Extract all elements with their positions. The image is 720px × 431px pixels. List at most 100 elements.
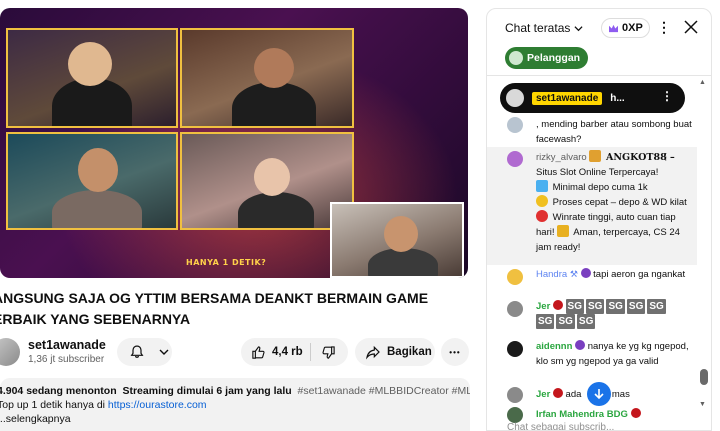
- streamer-body: [52, 190, 142, 228]
- notification-bell-button[interactable]: [117, 338, 172, 366]
- streamer-head: [68, 42, 112, 86]
- pinned-message[interactable]: set1awanade h... ⋮: [500, 83, 685, 113]
- chat-mode-dropdown[interactable]: Chat teratas: [505, 21, 583, 35]
- sg-emote: SG: [647, 299, 666, 314]
- member-badge-icon: [630, 408, 641, 418]
- scroll-up-arrow-icon[interactable]: ▲: [699, 79, 706, 86]
- webcam-feed-2: [180, 28, 354, 128]
- chevron-down-icon: [159, 347, 169, 357]
- like-count: 4,4 rb: [272, 346, 303, 358]
- message-body: Handra ⚒ tapi aeron ga ngankat: [536, 267, 696, 282]
- viewer-count: 4.904 sedang menonton: [0, 385, 117, 397]
- like-button[interactable]: 4,4 rb: [241, 343, 311, 361]
- stream-start-time: Streaming dimulai 6 jam yang lalu: [122, 385, 292, 397]
- message-text: Situs Slot Online Terpercaya!: [536, 167, 659, 178]
- avatar: [507, 269, 523, 285]
- sg-emote: SG: [556, 314, 575, 329]
- avatar: [507, 301, 523, 317]
- channel-avatar[interactable]: [0, 338, 20, 366]
- message-body: Irfan Mahendra BDG: [536, 407, 696, 422]
- streamer-head: [78, 148, 118, 192]
- chat-message[interactable]: , mending barber atau sombong buat facew…: [487, 117, 697, 147]
- chat-mode-label: Chat teratas: [505, 21, 571, 35]
- pinned-text: h...: [610, 92, 625, 104]
- chat-message[interactable]: aidennn nanya ke yg kg ngepod, klo sm yg…: [487, 339, 697, 383]
- author-name: Irfan Mahendra BDG: [536, 409, 628, 420]
- sg-emote: SG: [606, 299, 625, 314]
- description-text: Top up 1 detik hanya di: [0, 399, 108, 411]
- chat-input-field[interactable]: Chat sebagai subscrib...: [507, 422, 697, 430]
- subscriber-count: 1,36 jt subscriber: [28, 354, 105, 365]
- more-actions-button[interactable]: •••: [441, 338, 469, 366]
- close-icon[interactable]: [683, 19, 699, 35]
- description-line: Top up 1 detik hanya di https://ourastor…: [0, 398, 470, 412]
- streamer-body: [368, 248, 438, 276]
- sg-emote: SG: [565, 299, 584, 314]
- streamer-body: [232, 82, 316, 126]
- share-arrow-icon: [365, 344, 381, 360]
- avatar: [507, 341, 523, 357]
- channel-row: set1awanade 1,36 jt subscriber 4,4 rb Ba…: [0, 336, 470, 368]
- wrench-icon: ⚒: [569, 269, 578, 279]
- show-more-link[interactable]: ...selengkapnya: [0, 412, 470, 426]
- chat-menu-icon[interactable]: ⋮: [657, 19, 671, 36]
- more-dots-icon: •••: [449, 347, 461, 357]
- thumbs-up-icon: [251, 345, 266, 360]
- chat-header: Chat teratas 0XP ⋮: [487, 9, 711, 47]
- scroll-to-bottom-button[interactable]: [587, 382, 611, 406]
- chat-message[interactable]: Jer SG SG SG SG SG SG SG SG: [487, 299, 697, 335]
- streamer-body: [238, 192, 314, 228]
- avatar: [507, 407, 523, 423]
- message-body: Jer ada b2f mas: [536, 387, 696, 402]
- share-button[interactable]: Bagikan: [355, 338, 435, 366]
- author-name: Handra: [536, 269, 568, 280]
- channel-name[interactable]: set1awanade: [28, 338, 106, 352]
- scroll-down-arrow-icon[interactable]: ▼: [699, 401, 706, 408]
- video-player[interactable]: HANYA 1 DETIK?: [0, 8, 468, 278]
- more-vert-icon[interactable]: ⋮: [661, 150, 671, 165]
- chat-message[interactable]: Handra ⚒ tapi aeron ga ngankat: [487, 267, 697, 295]
- more-vert-icon[interactable]: ⋮: [661, 89, 673, 103]
- author-name: Jer: [536, 301, 551, 312]
- webcam-feed-1: [6, 28, 178, 128]
- message-text: Minimal depo cuma 1k: [552, 182, 648, 193]
- message-text: tapi aeron ga ngankat: [593, 269, 686, 280]
- target-icon: [536, 210, 548, 222]
- chevron-down-icon: [574, 24, 583, 33]
- avatar: [507, 387, 523, 403]
- chat-scrollbar-thumb[interactable]: [700, 369, 708, 385]
- crown-icon: [608, 24, 619, 33]
- video-title-line-1: ANGSUNG SAJA OG YTTIM BERSAMA DEANKT BER…: [0, 290, 429, 306]
- video-description[interactable]: 4.904 sedang menonton Streaming dimulai …: [0, 378, 470, 431]
- chat-message[interactable]: Irfan Mahendra BDG: [487, 407, 697, 423]
- divider: [487, 75, 711, 76]
- member-filter-chip[interactable]: Pelanggan: [505, 47, 589, 69]
- xp-badge[interactable]: 0XP: [601, 18, 650, 38]
- webcam-feed-3: [6, 132, 178, 230]
- stream-overlay-caption: HANYA 1 DETIK?: [186, 258, 267, 267]
- webcam-feed-5: [330, 202, 464, 278]
- message-body: aidennn nanya ke yg kg ngepod, klo sm yg…: [536, 339, 696, 369]
- member-badge-icon: [575, 340, 586, 350]
- sg-emote: SG: [536, 314, 555, 329]
- dislike-button[interactable]: [311, 345, 336, 360]
- message-text: Proses cepat – depo & WD kilat: [552, 197, 687, 208]
- avatar: [506, 89, 524, 107]
- message-body: Jer SG SG SG SG SG SG SG SG: [536, 299, 696, 329]
- message-body: rizky_alvaro ANGKOT88 – ⋮ Situs Slot Onl…: [536, 150, 696, 255]
- arrow-down-icon: [593, 388, 605, 400]
- hashtags[interactable]: #set1awanade #MLBBIDCreator #MLBB: [298, 385, 470, 397]
- message-text: ada: [565, 389, 585, 400]
- sg-emote: SG: [576, 314, 596, 329]
- like-dislike-group: 4,4 rb: [241, 338, 348, 366]
- description-link[interactable]: https://ourastore.com: [108, 399, 207, 411]
- share-label: Bagikan: [387, 346, 432, 358]
- slot-machine-icon: [589, 150, 602, 162]
- member-chip-label: Pelanggan: [527, 52, 581, 64]
- streamer-head: [384, 216, 418, 252]
- lightning-icon: [536, 195, 548, 207]
- chat-message[interactable]: rizky_alvaro ANGKOT88 – ⋮ Situs Slot Onl…: [487, 147, 697, 265]
- avatar: [507, 117, 523, 133]
- chat-scrollbar[interactable]: [699, 77, 709, 412]
- description-stats: 4.904 sedang menonton Streaming dimulai …: [0, 384, 470, 398]
